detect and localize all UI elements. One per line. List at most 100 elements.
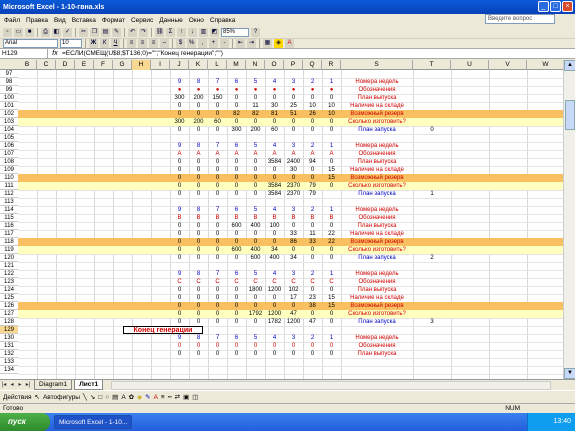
data-cell[interactable]: 300 xyxy=(170,118,189,126)
data-cell[interactable] xyxy=(246,366,265,374)
data-cell[interactable] xyxy=(303,326,322,334)
data-cell[interactable] xyxy=(246,134,265,142)
data-cell[interactable]: 9 xyxy=(170,334,189,342)
row-header[interactable]: 110 xyxy=(0,174,18,182)
data-cell[interactable] xyxy=(227,358,246,366)
data-cell[interactable]: 0 xyxy=(189,238,208,246)
data-cell[interactable]: C xyxy=(189,278,208,286)
data-cell[interactable] xyxy=(246,262,265,270)
data-cell[interactable]: B xyxy=(303,214,322,222)
data-cell[interactable] xyxy=(265,262,284,270)
format-painter-icon[interactable]: ✎ xyxy=(112,27,121,37)
data-cell[interactable] xyxy=(303,262,322,270)
help-question-input[interactable]: Введите вопрос xyxy=(485,14,555,24)
data-cell[interactable]: 0 xyxy=(303,350,322,358)
data-cell[interactable]: 0 xyxy=(322,342,341,350)
data-cell[interactable]: 0 xyxy=(322,254,341,262)
data-cell[interactable]: 0 xyxy=(208,166,227,174)
row-header[interactable]: 102 xyxy=(0,110,18,118)
row-header[interactable]: 126 xyxy=(0,302,18,310)
row-header[interactable]: 122 xyxy=(0,270,18,278)
data-cell[interactable]: 0 xyxy=(227,310,246,318)
data-cell[interactable] xyxy=(265,198,284,206)
oval-icon[interactable]: ○ xyxy=(105,394,109,401)
first-sheet-icon[interactable]: |◂ xyxy=(0,381,8,390)
data-cell[interactable]: 0 xyxy=(303,246,322,254)
data-cell[interactable]: 0 xyxy=(208,158,227,166)
data-cell[interactable]: 0 xyxy=(170,190,189,198)
font-size-select[interactable]: 10 xyxy=(60,38,82,48)
new-file-icon[interactable]: ▫ xyxy=(3,27,12,37)
scroll-down-icon[interactable]: ▼ xyxy=(564,368,575,379)
column-header[interactable]: Q xyxy=(303,60,322,70)
data-cell[interactable]: C xyxy=(170,278,189,286)
data-cell[interactable]: 15 xyxy=(322,174,341,182)
data-cell[interactable]: A xyxy=(227,150,246,158)
data-cell[interactable] xyxy=(227,70,246,78)
font-color-icon[interactable]: A xyxy=(285,38,294,48)
textbox-icon[interactable]: ▤ xyxy=(112,393,118,401)
data-cell[interactable]: 300 xyxy=(170,94,189,102)
data-cell[interactable]: 0 xyxy=(189,254,208,262)
data-cell[interactable]: 4 xyxy=(265,334,284,342)
data-cell[interactable]: 0 xyxy=(265,238,284,246)
data-cell[interactable]: ● xyxy=(246,86,265,94)
column-header[interactable]: G xyxy=(113,60,132,70)
data-cell[interactable]: 15 xyxy=(322,294,341,302)
data-cell[interactable]: B xyxy=(284,214,303,222)
data-cell[interactable]: 102 xyxy=(284,286,303,294)
data-cell[interactable]: 0 xyxy=(170,318,189,326)
data-cell[interactable] xyxy=(208,70,227,78)
open-folder-icon[interactable]: ▭ xyxy=(14,27,23,37)
data-cell[interactable]: 0 xyxy=(322,318,341,326)
counter-cell[interactable] xyxy=(413,102,451,110)
data-cell[interactable]: 6 xyxy=(227,78,246,86)
counter-cell[interactable]: 0 xyxy=(413,126,451,134)
data-cell[interactable]: C xyxy=(265,278,284,286)
data-cell[interactable]: 0 xyxy=(170,294,189,302)
hyperlink-icon[interactable]: ⛓ xyxy=(155,27,164,37)
data-cell[interactable] xyxy=(170,262,189,270)
data-cell[interactable] xyxy=(322,134,341,142)
spell-check-icon[interactable]: ✓ xyxy=(63,27,72,37)
worksheet-grid[interactable]: BCDEFGHIJKLMNOPQRSTUVW 97 98 99 100 101 102 10… xyxy=(0,60,563,379)
data-cell[interactable]: 0 xyxy=(189,286,208,294)
column-header[interactable]: O xyxy=(265,60,284,70)
data-cell[interactable]: 22 xyxy=(322,230,341,238)
data-cell[interactable]: 2400 xyxy=(284,158,303,166)
data-cell[interactable]: 51 xyxy=(284,110,303,118)
data-cell[interactable]: 6 xyxy=(227,270,246,278)
data-cell[interactable]: 94 xyxy=(303,158,322,166)
thousands-icon[interactable]: , xyxy=(198,38,207,48)
counter-cell[interactable] xyxy=(413,238,451,246)
data-cell[interactable]: 0 xyxy=(208,110,227,118)
row-header[interactable]: 100 xyxy=(0,94,18,102)
data-cell[interactable]: A xyxy=(303,150,322,158)
data-cell[interactable]: B xyxy=(170,214,189,222)
data-cell[interactable]: 1 xyxy=(322,78,341,86)
data-cell[interactable] xyxy=(189,366,208,374)
column-header[interactable]: F xyxy=(94,60,113,70)
data-cell[interactable]: 1200 xyxy=(284,318,303,326)
data-cell[interactable]: 2370 xyxy=(284,182,303,190)
counter-cell[interactable] xyxy=(413,326,451,334)
data-cell[interactable]: 8 xyxy=(189,142,208,150)
data-cell[interactable]: ● xyxy=(208,86,227,94)
row-header[interactable]: 103 xyxy=(0,118,18,126)
data-cell[interactable]: 400 xyxy=(246,222,265,230)
data-cell[interactable]: 0 xyxy=(303,94,322,102)
column-header[interactable]: W xyxy=(527,60,563,70)
data-cell[interactable]: 0 xyxy=(246,94,265,102)
row-header[interactable]: 120 xyxy=(0,254,18,262)
data-cell[interactable]: 34 xyxy=(284,254,303,262)
data-cell[interactable]: 0 xyxy=(208,102,227,110)
counter-cell[interactable] xyxy=(413,166,451,174)
close-button[interactable]: × xyxy=(562,1,573,12)
data-cell[interactable] xyxy=(265,70,284,78)
data-cell[interactable] xyxy=(189,70,208,78)
data-cell[interactable]: 0 xyxy=(170,230,189,238)
data-cell[interactable]: 2 xyxy=(303,334,322,342)
row-header[interactable]: 99 xyxy=(0,86,18,94)
data-cell[interactable]: B xyxy=(189,214,208,222)
data-cell[interactable]: 1 xyxy=(322,142,341,150)
